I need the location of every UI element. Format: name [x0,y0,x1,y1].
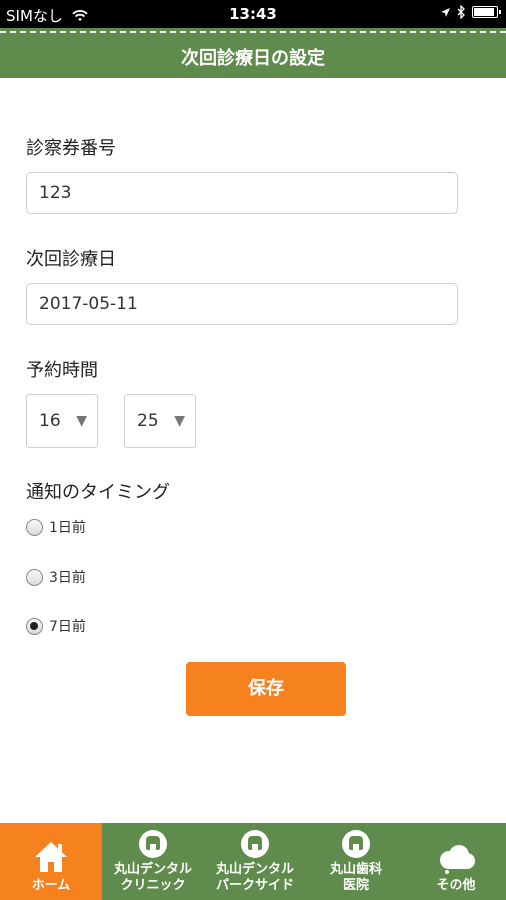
header-stitch [0,31,506,33]
radio-button[interactable] [26,518,43,536]
tab-label-line1: 丸山歯科 [329,862,382,877]
tooth-icon [139,830,167,858]
home-icon [35,842,67,872]
dropdown-arrow-icon: ▼ [76,413,87,429]
tab-label-line2: 医院 [342,878,369,893]
next-date-label: 次回診療日 [26,249,116,270]
tab-other-label: その他 [436,878,476,893]
notify-option-1-day[interactable]: 1日前 [26,517,86,537]
notify-option-3-days[interactable]: 3日前 [26,567,86,587]
tab-label-line2: パークサイド [215,878,294,893]
tab-other[interactable]: その他 [406,823,506,900]
notify-timing-label: 通知のタイミング [26,482,170,503]
location-arrow-icon [441,7,450,17]
notify-option-7-days[interactable]: 7日前 [26,616,86,636]
battery-icon [472,6,501,18]
minute-value: 25 [137,411,159,431]
cloud-icon [440,845,475,874]
card-number-label: 診察券番号 [26,138,116,159]
radio-label: 7日前 [49,619,86,635]
status-right [440,5,501,19]
tab-label-line2: クリニック [120,878,186,893]
tab-maruyama-dental-parkside[interactable]: 丸山デンタル パークサイド [204,823,306,900]
tab-maruyama-dental-clinic[interactable]: 丸山デンタル クリニック [102,823,204,900]
tooth-icon [241,830,269,858]
bottom-tab-bar: ホーム 丸山デンタル クリニック 丸山デンタル パークサイド 丸山歯科 医院 そ… [0,823,506,900]
dropdown-arrow-icon: ▼ [174,413,185,429]
radio-button-checked[interactable] [26,617,43,635]
save-button[interactable]: 保存 [186,662,346,716]
tooth-icon [342,830,370,858]
tab-label-line1: 丸山デンタル [215,862,294,877]
card-number-input[interactable]: 123 [26,172,458,214]
status-time: 13:43 [229,5,277,23]
tab-maruyama-dental-office[interactable]: 丸山歯科 医院 [306,823,406,900]
minute-select[interactable]: 25 ▼ [124,394,196,448]
hour-value: 16 [39,411,61,431]
next-date-input[interactable]: 2017-05-11 [26,283,458,325]
radio-label: 1日前 [49,520,86,536]
header-bar: 次回診療日の設定 [0,28,506,78]
tab-label-line1: 丸山デンタル [113,862,192,877]
tab-home[interactable]: ホーム [0,823,102,900]
bluetooth-icon [457,5,465,19]
radio-button[interactable] [26,568,43,586]
hour-select[interactable]: 16 ▼ [26,394,98,448]
page-title: 次回診療日の設定 [181,48,325,69]
reservation-time-label: 予約時間 [26,360,98,381]
radio-label: 3日前 [49,570,86,586]
tab-home-label: ホーム [31,878,71,893]
status-bar: SIMなし 13:43 [0,0,506,28]
